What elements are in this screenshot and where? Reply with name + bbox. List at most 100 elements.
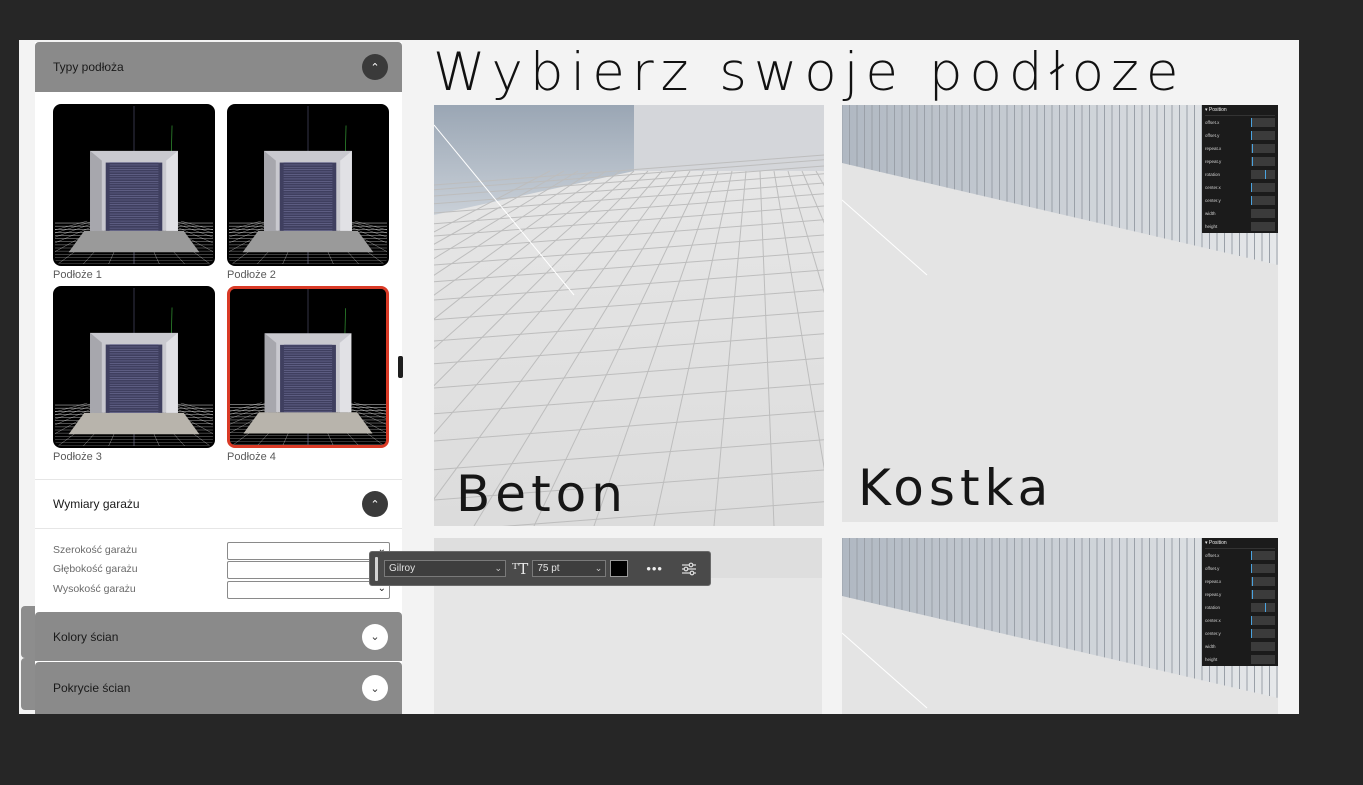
position-row[interactable]: center.x [1205, 614, 1275, 627]
position-row[interactable]: offset.y [1205, 562, 1275, 575]
section-wall-colors-header[interactable]: Kolory ścian ⌄ [35, 612, 402, 661]
position-slider[interactable] [1251, 616, 1275, 625]
position-slider[interactable] [1251, 655, 1275, 664]
position-row-label: width [1205, 211, 1216, 216]
font-family-value: Gilroy [389, 563, 416, 574]
chevron-down-icon[interactable]: ⌄ [362, 623, 388, 650]
position-row-label: offset.y [1205, 133, 1220, 138]
position-row[interactable]: repeat.y [1205, 155, 1275, 168]
slider-marker [1252, 157, 1254, 166]
position-row[interactable]: rotation [1205, 601, 1275, 614]
position-row[interactable]: repeat.y [1205, 588, 1275, 601]
position-row[interactable]: offset.x [1205, 116, 1275, 129]
height-select[interactable]: ⌄ [227, 581, 390, 599]
floor-type-tile[interactable] [53, 104, 215, 266]
position-slider[interactable] [1251, 144, 1275, 153]
slider-marker [1251, 131, 1252, 140]
artboard: Typy podłoża ⌃ Podłoże 1 Podłoże 2 Podło… [19, 40, 1299, 714]
section-dimensions-title: Wymiary garażu [53, 497, 140, 511]
floor-photo-kostka[interactable]: Kostka ▾ Position offset.x offset.y repeat.… [842, 105, 1278, 522]
position-row[interactable]: height [1205, 220, 1275, 233]
toolbar-grip[interactable] [375, 556, 378, 581]
font-family-select[interactable]: Gilroy ⌄ [384, 560, 506, 577]
position-slider[interactable] [1251, 157, 1275, 166]
page-title: Wybierz swoje podłoze [433, 42, 1186, 103]
slider-marker [1251, 196, 1252, 205]
position-slider[interactable] [1251, 551, 1275, 560]
position-row[interactable]: width [1205, 207, 1275, 220]
position-row[interactable]: height [1205, 653, 1275, 666]
position-row[interactable]: center.y [1205, 194, 1275, 207]
floor-type-tile[interactable] [227, 104, 389, 266]
position-row-label: repeat.y [1205, 592, 1222, 597]
text-color-swatch[interactable] [610, 560, 629, 577]
width-label: Szerokość garażu [53, 544, 138, 556]
section-wall-cover-header[interactable]: Pokrycie ścian ⌄ [35, 662, 402, 714]
section-wall-colors-title: Kolory ścian [53, 629, 119, 644]
position-slider[interactable] [1251, 590, 1275, 599]
position-row[interactable]: rotation [1205, 168, 1275, 181]
font-size-select[interactable]: 75 pt ⌄ [532, 560, 607, 577]
position-slider[interactable] [1251, 629, 1275, 638]
position-slider[interactable] [1251, 222, 1275, 231]
configurator-sidebar: Typy podłoża ⌃ Podłoże 1 Podłoże 2 Podło… [35, 42, 402, 714]
slider-marker [1265, 170, 1267, 179]
floor-type-tile[interactable] [227, 286, 389, 448]
chevron-down-icon: ⌄ [594, 563, 603, 573]
position-row-label: center.x [1205, 618, 1221, 623]
section-dimensions-header[interactable]: Wymiary garażu ⌃ [35, 479, 402, 529]
position-slider[interactable] [1251, 642, 1275, 651]
position-panel[interactable]: ▾ Position offset.x offset.y repeat.x repeat… [1202, 105, 1278, 233]
floor-photo-beton[interactable]: Beton [434, 105, 824, 526]
floor-photo-4[interactable]: ▾ Position offset.x offset.y repeat.x repeat… [842, 538, 1278, 714]
slider-marker [1251, 616, 1252, 625]
position-panel-header: ▾ Position [1205, 539, 1275, 549]
position-slider[interactable] [1251, 170, 1275, 179]
position-row[interactable]: width [1205, 640, 1275, 653]
position-row-label: repeat.x [1205, 146, 1222, 151]
settings-sliders-icon[interactable] [681, 562, 697, 576]
floor-type-label: Podłoże 4 [227, 451, 276, 463]
slider-marker [1251, 551, 1252, 560]
text-options-toolbar: Gilroy ⌄ ᵀT 75 pt ⌄ ••• [369, 551, 711, 586]
chevron-up-icon[interactable]: ⌃ [362, 54, 388, 80]
position-slider[interactable] [1251, 603, 1275, 612]
chevron-down-icon[interactable]: ⌄ [362, 675, 388, 701]
position-slider[interactable] [1251, 577, 1275, 586]
depth-select[interactable]: ⌄ [227, 561, 390, 579]
position-slider[interactable] [1251, 118, 1275, 127]
resize-handle[interactable] [398, 356, 403, 378]
collapsed-tab[interactable] [21, 658, 35, 710]
position-slider[interactable] [1251, 183, 1275, 192]
position-panel[interactable]: ▾ Position offset.x offset.y repeat.x repeat… [1202, 538, 1278, 666]
position-panel-header: ▾ Position [1205, 106, 1275, 116]
position-row-label: height [1205, 657, 1218, 662]
position-slider[interactable] [1251, 209, 1275, 218]
height-label: Wysokość garażu [53, 583, 136, 595]
position-row[interactable]: repeat.x [1205, 142, 1275, 155]
collapsed-tab[interactable] [21, 606, 35, 658]
floor-type-label: Podłoże 3 [53, 451, 102, 463]
position-row-label: repeat.x [1205, 579, 1222, 584]
section-types-header[interactable]: Typy podłoża ⌃ [35, 42, 402, 92]
floor-type-tile[interactable] [53, 286, 215, 448]
font-size-icon: ᵀT [512, 559, 529, 578]
position-row-label: width [1205, 644, 1216, 649]
position-row[interactable]: offset.x [1205, 549, 1275, 562]
position-row-label: offset.y [1205, 566, 1220, 571]
slider-marker [1251, 564, 1252, 573]
section-types-title: Typy podłoża [53, 60, 124, 74]
position-row[interactable]: offset.y [1205, 129, 1275, 142]
position-row[interactable]: center.y [1205, 627, 1275, 640]
position-slider[interactable] [1251, 131, 1275, 140]
slider-marker [1251, 629, 1252, 638]
position-row[interactable]: repeat.x [1205, 575, 1275, 588]
slider-marker [1251, 118, 1252, 127]
width-select[interactable]: ⌄ [227, 542, 390, 560]
more-options-button[interactable]: ••• [646, 561, 663, 576]
chevron-up-icon[interactable]: ⌃ [362, 491, 388, 517]
position-row[interactable]: center.x [1205, 181, 1275, 194]
slider-marker [1251, 183, 1252, 192]
position-slider[interactable] [1251, 196, 1275, 205]
position-slider[interactable] [1251, 564, 1275, 573]
